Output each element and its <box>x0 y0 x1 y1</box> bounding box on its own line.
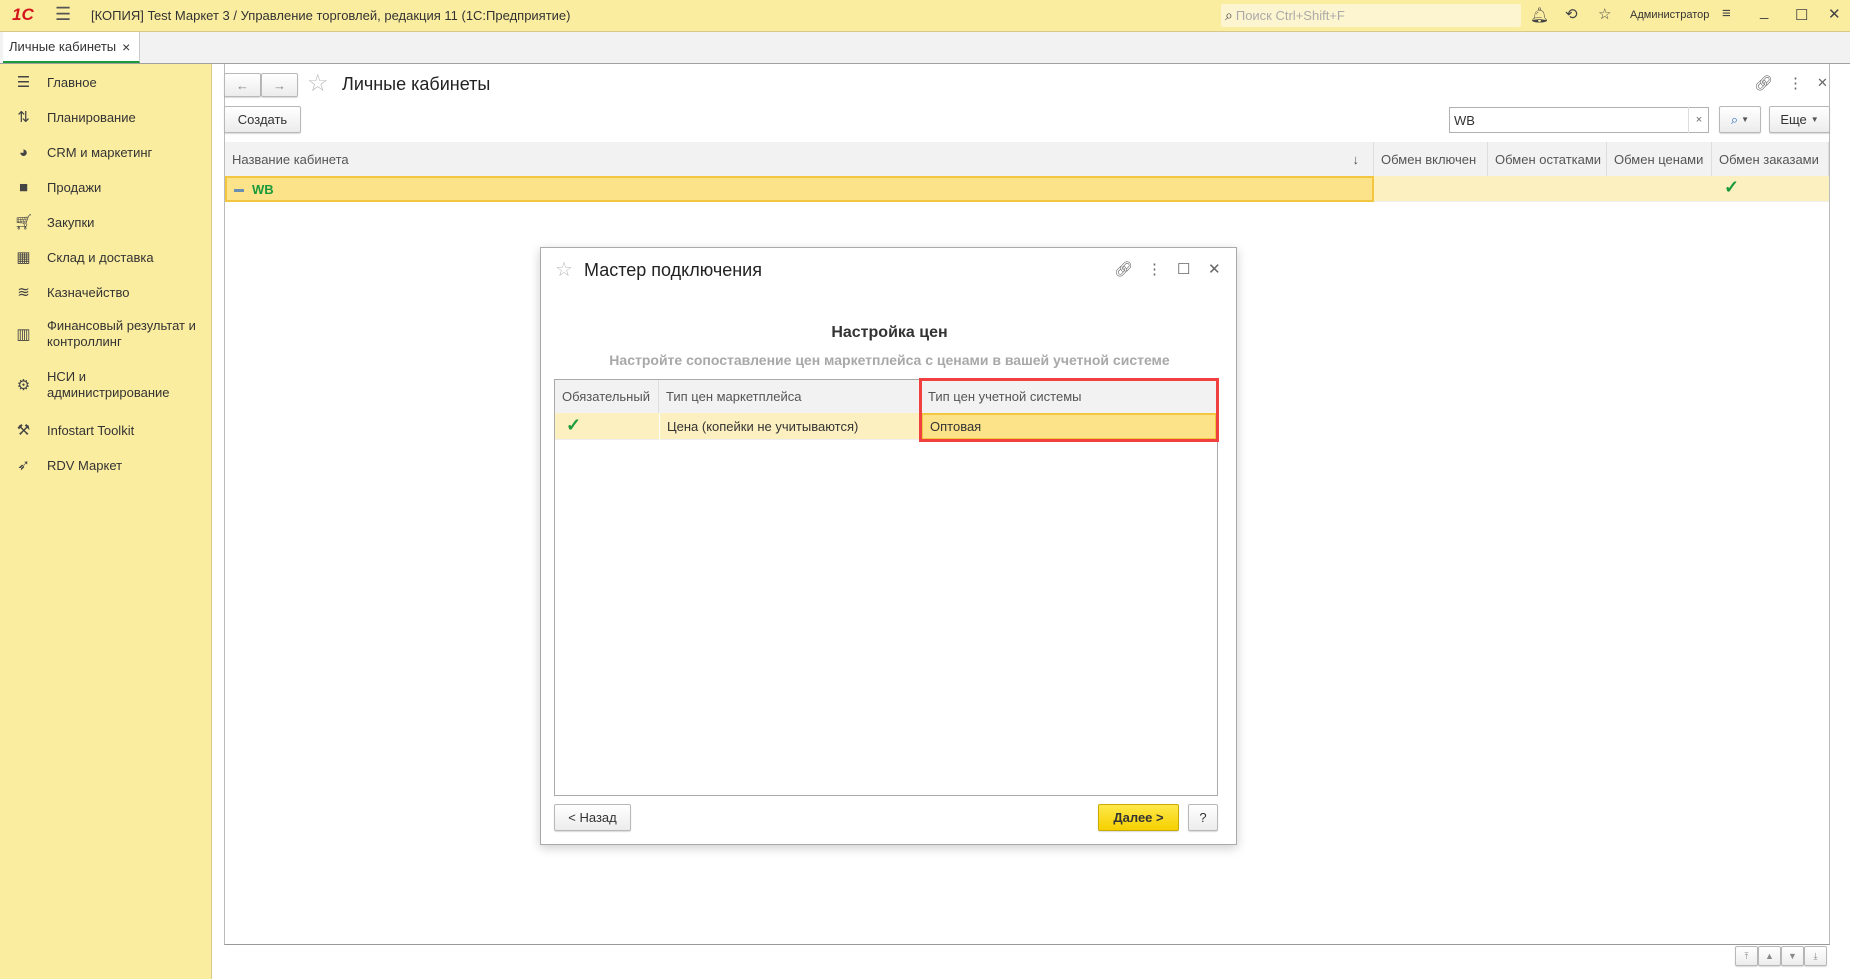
column-header-orders[interactable]: Обмен заказами <box>1712 142 1829 176</box>
clear-search-icon[interactable]: × <box>1688 107 1709 133</box>
bar-chart-icon: ▥ <box>16 326 31 343</box>
planning-icon: ⇅ <box>17 109 30 126</box>
connection-wizard-dialog: ☆ Мастер подключения 🔗︎ ⋮ ☐ ✕ Настройка … <box>540 247 1237 845</box>
user-name[interactable]: Администратор <box>1630 9 1709 21</box>
link-icon[interactable]: 🔗︎ <box>1754 74 1773 92</box>
bag-icon: ■ <box>18 178 29 196</box>
search-value: WB <box>1454 112 1475 128</box>
table-row[interactable]: ▬ WB ✓ <box>225 176 1829 202</box>
1c-logo[interactable]: 1С <box>12 5 34 25</box>
sidebar-item-planning[interactable]: ⇅ Планирование <box>0 107 212 127</box>
tab-personal-cabinets[interactable]: Личные кабинеты × <box>3 32 140 63</box>
dialog-title: Мастер подключения <box>584 260 762 280</box>
maximize-icon[interactable]: ☐ <box>1795 6 1808 24</box>
search-options-button[interactable]: ⌕ ▼ <box>1719 106 1761 133</box>
sort-down-icon: ↓ <box>1352 151 1360 167</box>
tab-bar: Личные кабинеты × <box>0 32 1850 64</box>
sidebar-item-purchases[interactable]: 🛒︎ Закупки <box>0 212 212 232</box>
settings-menu-icon[interactable]: ≡ <box>1722 5 1731 22</box>
rocket-icon: ➶ <box>17 457 30 474</box>
more-vert-icon[interactable]: ⋮ <box>1788 74 1803 92</box>
more-button[interactable]: Еще ▼ <box>1769 106 1830 133</box>
dialog-favorite-star-icon[interactable]: ☆ <box>555 257 573 282</box>
pie-chart-icon: ◕ <box>18 143 29 161</box>
sidebar-item-sales[interactable]: ■ Продажи <box>0 177 212 197</box>
sidebar-item-warehouse[interactable]: ▦ Склад и доставка <box>0 247 212 267</box>
dialog-maximize-icon[interactable]: ☐ <box>1177 260 1190 278</box>
search-input[interactable]: WB <box>1449 107 1709 133</box>
dialog-close-icon[interactable]: ✕ <box>1208 260 1221 278</box>
tools-icon: ⚒ <box>16 422 31 439</box>
window-title: [КОПИЯ] Test Маркет 3 / Управление торго… <box>91 8 571 23</box>
column-header-marketplace-price[interactable]: Тип цен маркетплейса <box>659 380 921 413</box>
coins-icon: ≋ <box>17 284 30 301</box>
sidebar-item-infostart[interactable]: ⚒ Infostart Toolkit <box>0 420 212 440</box>
cart-icon: 🛒︎ <box>13 214 34 231</box>
help-button[interactable]: ? <box>1188 804 1218 831</box>
star-icon[interactable]: ☆ <box>1598 5 1611 23</box>
sidebar-item-rdv[interactable]: ➶ RDV Маркет <box>0 455 212 475</box>
sidebar-item-admin[interactable]: ⚙ НСИ и администрирование <box>0 365 212 405</box>
chevron-down-icon: ▼ <box>1741 115 1750 124</box>
column-header-name[interactable]: Название кабинета ↓ <box>225 142 1374 176</box>
scroll-bottom-button[interactable]: ⤓ <box>1804 946 1827 966</box>
tab-close-icon[interactable]: × <box>122 39 130 55</box>
column-header-exchange-enabled[interactable]: Обмен включен <box>1374 142 1488 176</box>
favorite-star-icon[interactable]: ☆ <box>307 69 329 98</box>
close-window-icon[interactable]: ✕ <box>1828 5 1841 23</box>
title-bar: 1С ☰ [КОПИЯ] Test Маркет 3 / Управление … <box>0 0 1850 32</box>
sidebar-item-treasury[interactable]: ≋ Казначейство <box>0 282 212 302</box>
close-form-icon[interactable]: ✕ <box>1817 75 1828 91</box>
column-header-required[interactable]: Обязательный <box>555 380 659 413</box>
global-search-placeholder: Поиск Ctrl+Shift+F <box>1235 8 1345 23</box>
back-nav-button[interactable]: ← <box>224 73 261 97</box>
column-header-prices[interactable]: Обмен ценами <box>1607 142 1712 176</box>
sidebar-item-finance[interactable]: ▥ Финансовый результат и контроллинг <box>0 314 212 354</box>
step-subtitle: Настройте сопоставление цен маркетплейса… <box>609 352 1170 368</box>
next-button[interactable]: Далее > <box>1098 804 1179 831</box>
scroll-top-button[interactable]: ⤒ <box>1735 946 1758 966</box>
minimize-icon[interactable]: _ <box>1760 3 1768 20</box>
main-menu-icon[interactable]: ☰ <box>55 4 71 25</box>
back-button[interactable]: < Назад <box>554 804 631 831</box>
page-title: Личные кабинеты <box>342 74 491 94</box>
sidebar: ☰ Главное ⇅ Планирование ◕ CRM и маркетинг … <box>0 64 212 979</box>
forward-nav-button[interactable]: → <box>261 73 298 97</box>
scroll-up-button[interactable]: ▲ <box>1758 946 1781 966</box>
history-icon[interactable]: ⟲ <box>1565 5 1578 23</box>
marketplace-price-cell[interactable]: Цена (копейки не учитываются) <box>659 413 921 440</box>
highlight-box <box>919 378 1219 442</box>
cell-name[interactable]: ▬ WB <box>225 176 1374 202</box>
step-heading: Настройка цен <box>831 324 948 341</box>
chevron-down-icon: ▼ <box>1810 115 1819 124</box>
dialog-more-icon[interactable]: ⋮ <box>1147 260 1162 278</box>
group-collapse-icon[interactable]: ▬ <box>234 184 244 195</box>
orders-check-icon: ✓ <box>1724 176 1740 197</box>
tab-label: Личные кабинеты <box>9 39 117 54</box>
cabinet-name: WB <box>252 181 274 197</box>
bell-icon[interactable]: 🔔︎ <box>1530 6 1549 24</box>
sidebar-item-main[interactable]: ☰ Главное <box>0 72 212 92</box>
global-search-input[interactable]: ⌕ Поиск Ctrl+Shift+F <box>1221 4 1521 27</box>
dialog-link-icon[interactable]: 🔗︎ <box>1114 260 1133 278</box>
required-check-icon: ✓ <box>566 414 582 435</box>
create-button[interactable]: Создать <box>224 106 301 133</box>
grid-icon: ▦ <box>16 249 31 266</box>
search-icon: ⌕ <box>1225 7 1233 23</box>
gear-icon: ⚙ <box>16 377 31 394</box>
menu-icon: ☰ <box>16 74 31 91</box>
cabinets-table: Название кабинета ↓ Обмен включен Обмен о… <box>225 142 1829 202</box>
column-header-stock[interactable]: Обмен остатками <box>1488 142 1607 176</box>
sidebar-item-crm[interactable]: ◕ CRM и маркетинг <box>0 142 212 162</box>
scroll-down-button[interactable]: ▼ <box>1781 946 1804 966</box>
